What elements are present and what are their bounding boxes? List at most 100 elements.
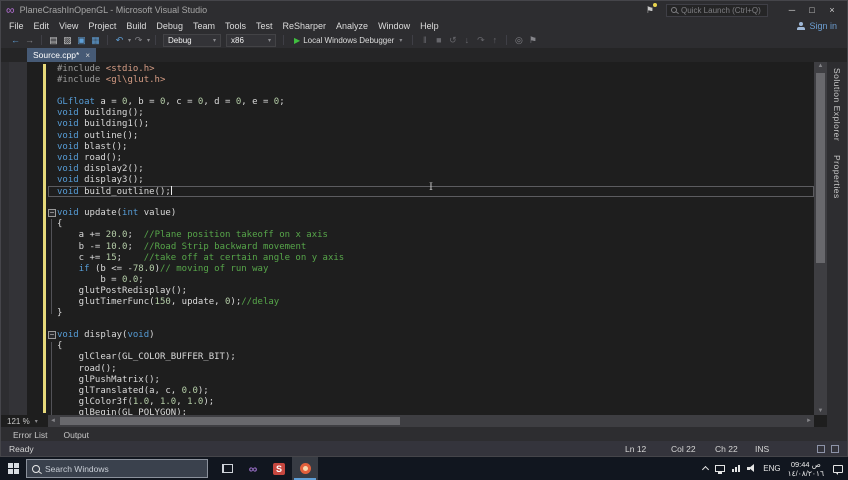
menu-file[interactable]: File <box>4 21 29 31</box>
menu-analyze[interactable]: Analyze <box>331 21 373 31</box>
code-line-30[interactable]: glTranslated(a, c, 0.0); <box>48 386 814 397</box>
code-line-7[interactable]: void outline(); <box>48 131 814 142</box>
title-bar[interactable]: ∞ PlaneCrashInOpenGL - Microsoft Visual … <box>1 1 847 19</box>
step-into-icon[interactable]: ↓ <box>460 33 473 47</box>
restart-icon[interactable]: ↺ <box>446 33 459 47</box>
find-icon[interactable]: ◎ <box>512 33 525 47</box>
menu-edit[interactable]: Edit <box>29 21 55 31</box>
menu-project[interactable]: Project <box>83 21 121 31</box>
redo-icon[interactable]: ↷ ▾ <box>132 33 150 47</box>
code-line-27[interactable]: glClear(GL_COLOR_BUFFER_BIT); <box>48 352 814 363</box>
active-app-taskbar-icon[interactable] <box>292 457 318 480</box>
code-line-6[interactable]: void building1(); <box>48 119 814 130</box>
code-line-8[interactable]: void blast(); <box>48 142 814 153</box>
code-line-26[interactable]: { <box>48 341 814 352</box>
sign-in-button[interactable]: Sign in <box>797 21 847 31</box>
save-icon[interactable]: ▣ <box>75 33 88 47</box>
save-all-icon[interactable]: ▦ <box>89 33 102 47</box>
dropdown-arrow-icon[interactable]: ▾ <box>147 37 150 44</box>
code-line-10[interactable]: void display2(); <box>48 164 814 175</box>
panel-tab-output[interactable]: Output <box>63 430 89 440</box>
bookmark-icon[interactable]: ⚑ <box>526 33 539 47</box>
s-app-taskbar-icon[interactable]: S <box>266 457 292 480</box>
start-debugging-button[interactable]: ▶ Local Windows Debugger ▾ <box>289 36 407 45</box>
dropdown-arrow-icon[interactable]: ▾ <box>128 37 131 44</box>
close-button[interactable]: × <box>822 5 842 15</box>
undo-icon[interactable]: ↶ <box>113 33 126 47</box>
navigate-forward-icon[interactable]: → <box>23 33 36 47</box>
taskbar-search-box[interactable]: Search Windows <box>26 459 208 478</box>
language-indicator[interactable]: ENG <box>763 464 780 473</box>
code-line-23[interactable]: } <box>48 308 814 319</box>
menu-debug[interactable]: Debug <box>151 21 188 31</box>
vertical-scroll-thumb[interactable] <box>816 73 825 263</box>
menu-team[interactable]: Team <box>188 21 220 31</box>
visual-studio-taskbar-icon[interactable]: ∞ <box>240 457 266 480</box>
tab-close-icon[interactable]: × <box>85 51 90 60</box>
fold-collapse-icon[interactable]: − <box>48 209 56 218</box>
status-bar-square-icon-1[interactable] <box>817 444 825 453</box>
code-line-24[interactable] <box>48 319 814 330</box>
task-view-button[interactable] <box>214 457 240 480</box>
code-line-31[interactable]: glColor3f(1.0, 1.0, 1.0); <box>48 397 814 408</box>
scroll-down-icon[interactable]: ▼ <box>814 408 827 414</box>
scroll-left-icon[interactable]: ◄ <box>48 415 58 427</box>
code-editor[interactable]: #include <stdio.h> #include <gl\glut.h> GL… <box>1 62 827 415</box>
code-line-15[interactable]: { <box>48 219 814 230</box>
menu-test[interactable]: Test <box>251 21 278 31</box>
status-bar-square-icon-2[interactable] <box>831 444 839 453</box>
maximize-button[interactable]: □ <box>802 5 822 15</box>
code-line-2[interactable]: #include <gl\glut.h> <box>48 75 814 86</box>
code-line-14[interactable]: − void update(int value) <box>48 208 814 219</box>
network-tray-icon[interactable] <box>732 465 741 472</box>
tab-source-cpp[interactable]: Source.cpp* × <box>27 48 96 62</box>
action-center-icon[interactable] <box>833 464 843 475</box>
taskbar-clock[interactable]: 09:44 ص ١٤/٠٨/٢٠١٦ <box>788 460 824 478</box>
menu-resharper[interactable]: ReSharper <box>278 21 332 31</box>
notifications-flag-icon[interactable]: ⚑ <box>646 2 657 16</box>
code-line-13[interactable] <box>48 197 814 208</box>
open-file-icon[interactable]: ▨ <box>61 33 74 47</box>
breakpoint-margin[interactable] <box>9 62 27 415</box>
fold-collapse-icon[interactable]: − <box>48 331 56 340</box>
undo-icon[interactable]: ↶ ▾ <box>113 33 131 47</box>
menu-view[interactable]: View <box>54 21 83 31</box>
scroll-up-icon[interactable]: ▲ <box>814 63 827 69</box>
code-line-22[interactable]: glutTimerFunc(150, update, 0);//delay <box>48 297 814 308</box>
sidebar-tab-properties[interactable]: Properties <box>832 155 842 199</box>
display-tray-icon[interactable] <box>715 465 726 474</box>
panel-tab-error-list[interactable]: Error List <box>13 430 47 440</box>
horizontal-scroll-thumb[interactable] <box>60 417 400 425</box>
step-over-icon[interactable]: ↷ <box>474 33 487 47</box>
code-line-4[interactable]: GLfloat a = 0, b = 0, c = 0, d = 0, e = … <box>48 97 814 108</box>
code-line-29[interactable]: glPushMatrix(); <box>48 375 814 386</box>
code-line-25[interactable]: − void display(void) <box>48 330 814 341</box>
stop-debugging-icon[interactable]: ■ <box>432 33 445 47</box>
scroll-right-icon[interactable]: ► <box>804 415 814 427</box>
vertical-scrollbar[interactable]: ▲ ▼ <box>814 62 827 415</box>
code-line-28[interactable]: road(); <box>48 364 814 375</box>
sidebar-tab-solution-explorer[interactable]: Solution Explorer <box>832 68 842 141</box>
quick-launch-search[interactable]: Quick Launch (Ctrl+Q) <box>666 3 768 17</box>
redo-icon[interactable]: ↷ <box>132 33 145 47</box>
code-line-19[interactable]: if (b <= -78.0)// moving of run way <box>48 264 814 275</box>
code-line-20[interactable]: b = 0.0; <box>48 275 814 286</box>
code-line-1[interactable]: #include <stdio.h> <box>48 64 814 75</box>
volume-tray-icon[interactable] <box>747 464 756 473</box>
code-line-9[interactable]: void road(); <box>48 153 814 164</box>
code-area[interactable]: #include <stdio.h> #include <gl\glut.h> GL… <box>48 64 814 415</box>
code-line-5[interactable]: void building(); <box>48 108 814 119</box>
code-line-16[interactable]: a += 20.0; //Plane position takeoff on x… <box>48 230 814 241</box>
code-line-18[interactable]: c += 15; //take off at certain angle on … <box>48 253 814 264</box>
start-button[interactable] <box>0 457 26 480</box>
code-line-3[interactable] <box>48 86 814 97</box>
zoom-control[interactable]: 121 % ▾ <box>1 417 48 426</box>
code-line-32[interactable]: glBegin(GL_POLYGON); <box>48 408 814 415</box>
minimize-button[interactable]: ─ <box>782 5 802 15</box>
menu-help[interactable]: Help <box>415 21 444 31</box>
step-out-icon[interactable]: ↑ <box>488 33 501 47</box>
break-all-icon[interactable]: ‖ <box>418 33 431 47</box>
new-file-icon[interactable]: ▤ <box>47 33 60 47</box>
menu-build[interactable]: Build <box>121 21 151 31</box>
navigate-backward-icon[interactable]: ← <box>9 33 22 47</box>
